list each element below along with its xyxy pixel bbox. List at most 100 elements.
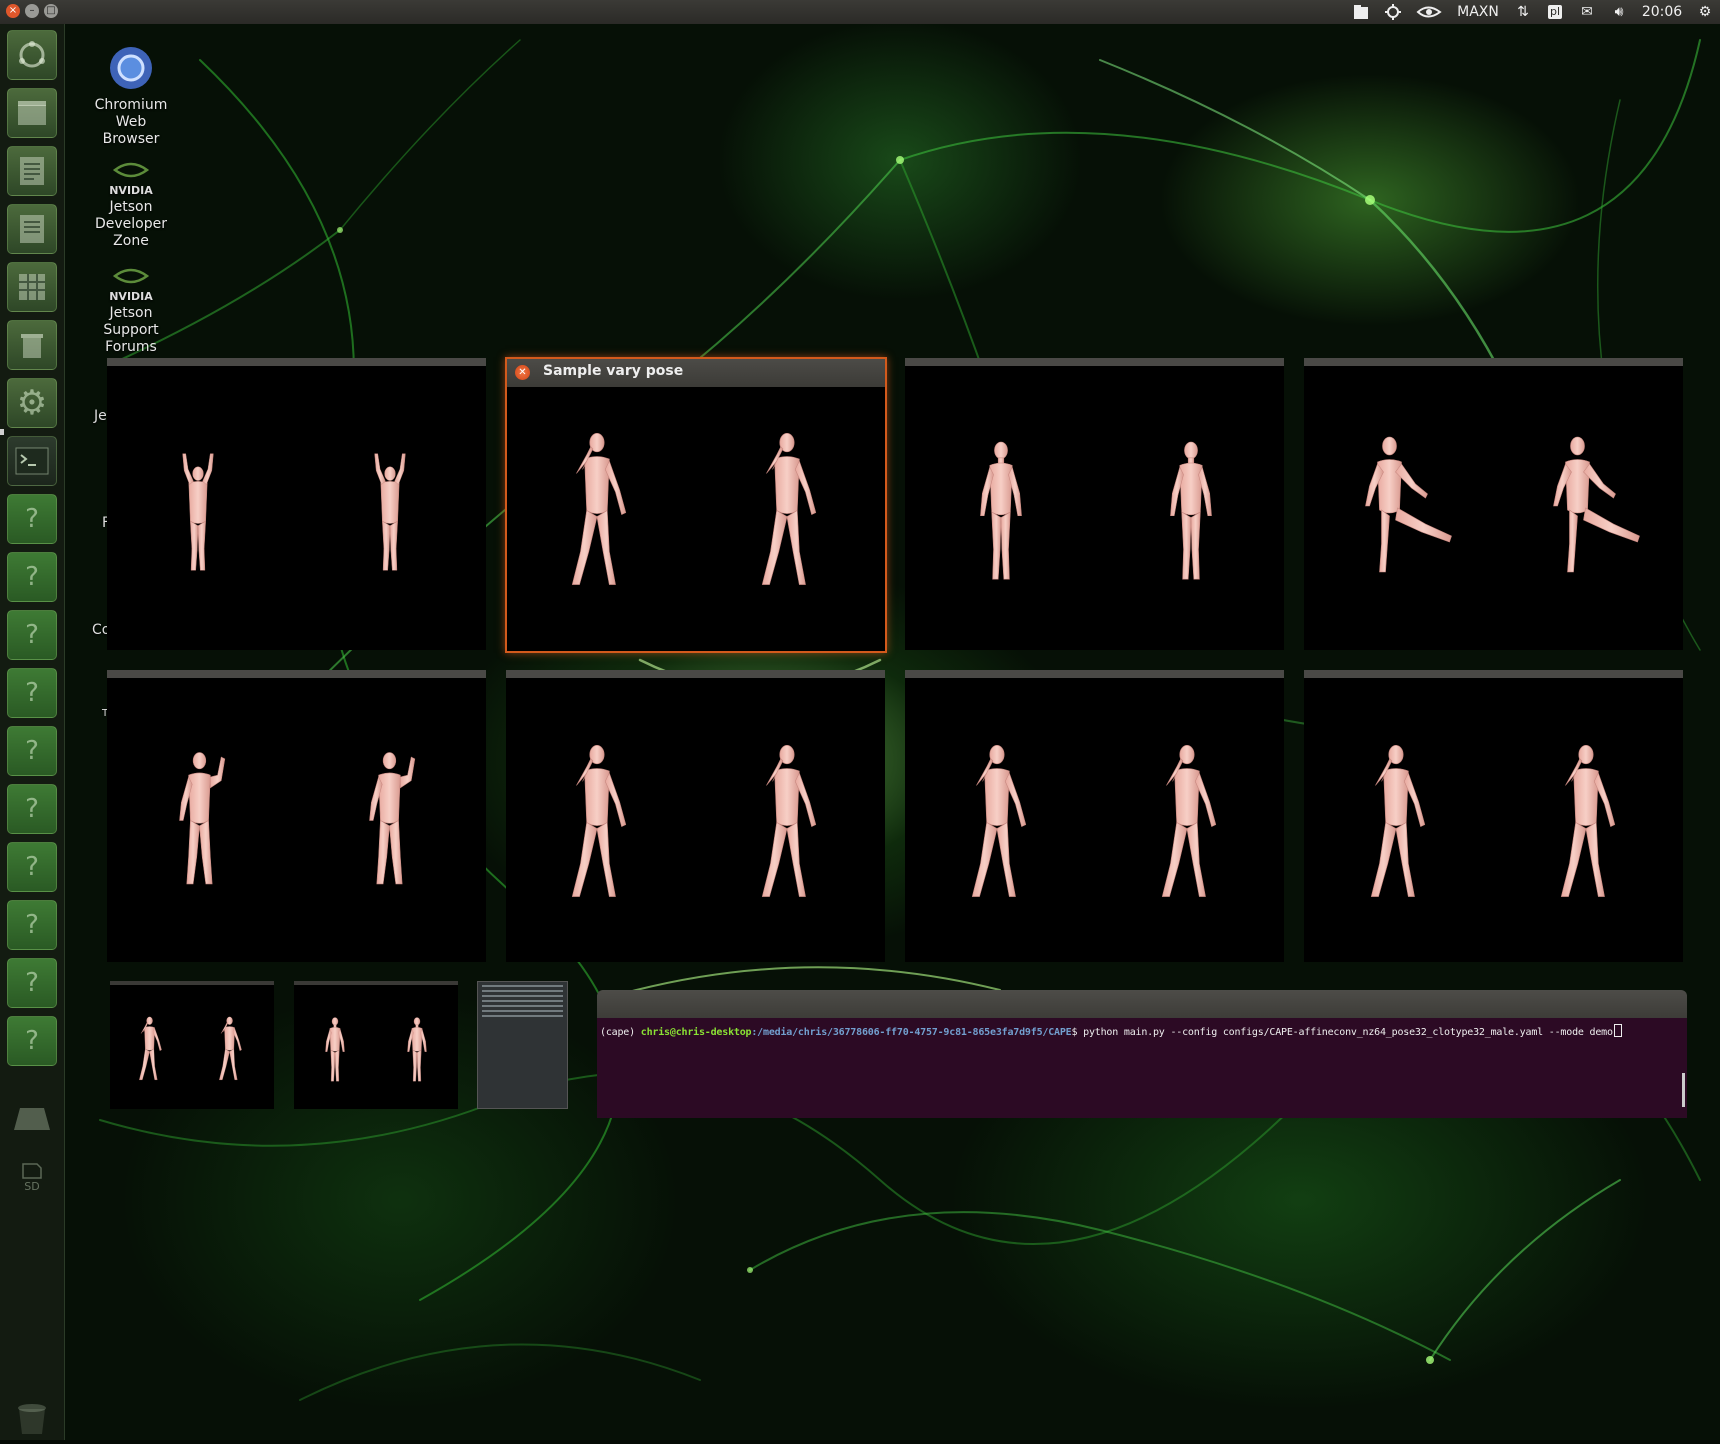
close-icon[interactable]: ✕	[515, 365, 530, 380]
window-titlebar[interactable]	[506, 670, 885, 678]
spreadsheet-icon[interactable]	[7, 262, 57, 312]
human-mesh-figure	[1161, 745, 1217, 897]
terminal-icon[interactable]	[7, 436, 57, 486]
terminal-thumbnail[interactable]	[477, 981, 568, 1109]
desktop-icon-label: Support	[103, 322, 159, 338]
terminal-cursor	[1613, 1024, 1622, 1037]
human-mesh-figure	[325, 1017, 345, 1082]
keyboard-layout-icon[interactable]: pl	[1546, 4, 1564, 20]
unknown-app-icon[interactable]: ?	[7, 668, 57, 718]
keyboard-layout-label: pl	[1547, 5, 1563, 19]
terminal-body[interactable]: (cape) chris@chris-desktop:/media/chris/…	[597, 1018, 1687, 1118]
thumbnail-text-line	[482, 985, 563, 987]
gear-icon[interactable]: ⚙	[1696, 4, 1714, 20]
human-mesh-figure	[761, 433, 817, 585]
terminal-path: :/media/chris/36778606-ff70-4757-9c81-86…	[751, 1027, 1072, 1038]
human-mesh-figure	[571, 745, 627, 897]
launcher: ⚙ ? ? ? ? ? ? ? ? ? ? SD	[0, 24, 65, 1440]
human-mesh-figure	[182, 453, 214, 571]
system-settings-icon[interactable]: ⚙	[7, 378, 57, 428]
human-mesh-figure	[219, 1016, 242, 1080]
mail-icon[interactable]: ✉	[1578, 4, 1596, 20]
human-mesh-figure	[1170, 441, 1212, 580]
window-titlebar[interactable]	[905, 670, 1284, 678]
unknown-app-icon[interactable]: ?	[7, 900, 57, 950]
trash-app-icon[interactable]	[7, 320, 57, 370]
human-mesh-figure	[571, 433, 627, 585]
pose-window[interactable]	[107, 358, 486, 650]
close-window-icon[interactable]: ×	[6, 4, 20, 18]
desktop-icon-jetson-developer-zone[interactable]: NVIDIA Jetson Developer Zone	[81, 160, 181, 250]
thumbnail-text-line	[482, 1010, 563, 1012]
system-tray: MAXN ⇅ pl ✉ 🔊︎ 20:06 ⚙	[1352, 0, 1714, 24]
window-thumbnail[interactable]	[110, 981, 274, 1109]
sd-label: SD	[24, 1179, 40, 1193]
thumbnail-text-line	[482, 1015, 563, 1017]
network-arrows-icon[interactable]: ⇅	[1514, 4, 1532, 20]
files-icon[interactable]	[7, 88, 57, 138]
desktop-icon-label-partial: Je	[94, 408, 107, 424]
pose-window[interactable]	[905, 358, 1284, 650]
unknown-app-icon[interactable]: ?	[7, 610, 57, 660]
running-indicator	[0, 429, 4, 435]
unknown-app-icon[interactable]: ?	[7, 784, 57, 834]
drive-icon[interactable]	[7, 1094, 57, 1144]
unknown-app-icon[interactable]: ?	[7, 958, 57, 1008]
thumbnail-text-line	[482, 990, 563, 992]
volume-icon[interactable]: 🔊︎	[1610, 4, 1628, 20]
desktop-icon-label: Forums	[105, 339, 157, 355]
window-thumbnail[interactable]	[294, 981, 458, 1109]
nvidia-logo-icon[interactable]	[1416, 4, 1442, 20]
sd-card-icon[interactable]: SD	[7, 1152, 57, 1202]
ubuntu-dash-icon[interactable]	[7, 30, 57, 80]
human-mesh-figure	[407, 1017, 427, 1082]
clock[interactable]: 20:06	[1642, 4, 1682, 20]
trash-icon[interactable]	[7, 1394, 57, 1444]
unknown-app-icon[interactable]: ?	[7, 842, 57, 892]
window-titlebar[interactable]	[1304, 358, 1683, 366]
human-mesh-figure	[179, 752, 226, 885]
nvidia-icon: NVIDIA	[109, 160, 153, 197]
unknown-app-icon[interactable]: ?	[7, 726, 57, 776]
terminal-scrollbar[interactable]	[1682, 1073, 1685, 1107]
terminal-window[interactable]: (cape) chris@chris-desktop:/media/chris/…	[597, 990, 1687, 1118]
human-mesh-figure	[374, 453, 406, 571]
desktop-icon-jetson-support-forums[interactable]: NVIDIA Jetson Support Forums	[81, 266, 181, 356]
human-mesh-figure	[980, 441, 1022, 580]
maximize-window-icon[interactable]: □	[44, 4, 58, 18]
human-mesh-figure	[139, 1016, 162, 1080]
unknown-app-icon[interactable]: ?	[7, 494, 57, 544]
human-mesh-figure	[1370, 745, 1426, 897]
nvidia-icon: NVIDIA	[109, 266, 153, 303]
desktop-icon-label: Zone	[113, 233, 149, 249]
desktop-icon-label: Jetson	[109, 199, 153, 215]
window-titlebar[interactable]	[1304, 670, 1683, 678]
desktop-icon-label: Browser	[102, 131, 160, 147]
terminal-prompt-line: (cape) chris@chris-desktop:/media/chris/…	[600, 1024, 1622, 1038]
desktop-icon-label: Web	[115, 114, 147, 130]
desktop-icon-label: Chromium	[94, 97, 168, 113]
unknown-app-icon[interactable]: ?	[7, 552, 57, 602]
window-titlebar[interactable]	[107, 670, 486, 678]
window-titlebar[interactable]	[107, 358, 486, 366]
chromium-icon	[81, 46, 181, 95]
pose-window[interactable]	[107, 670, 486, 962]
unknown-app-icon[interactable]: ?	[7, 1016, 57, 1066]
text-editor-icon[interactable]	[7, 146, 57, 196]
nvidia-logo-text: NVIDIA	[109, 290, 153, 303]
minimize-window-icon[interactable]: –	[25, 4, 39, 18]
window-titlebar[interactable]: ✕ Sample vary pose	[507, 359, 885, 387]
power-mode-label[interactable]: MAXN	[1456, 4, 1500, 20]
desktop-icon-chromium[interactable]: Chromium Web Browser	[81, 46, 181, 148]
thumbnail-text-line	[482, 1000, 563, 1002]
window-titlebar[interactable]	[905, 358, 1284, 366]
files-icon[interactable]	[1352, 4, 1370, 20]
human-mesh-figure	[369, 752, 416, 885]
thumbnail-text-line	[482, 995, 563, 997]
nvidia-settings-icon[interactable]	[1384, 4, 1402, 20]
document-viewer-icon[interactable]	[7, 204, 57, 254]
desktop-icon-label: Jetson	[109, 305, 153, 321]
window-titlebar[interactable]	[597, 990, 1687, 1018]
human-mesh-figure	[1365, 436, 1452, 573]
human-mesh-figure	[1553, 436, 1640, 573]
